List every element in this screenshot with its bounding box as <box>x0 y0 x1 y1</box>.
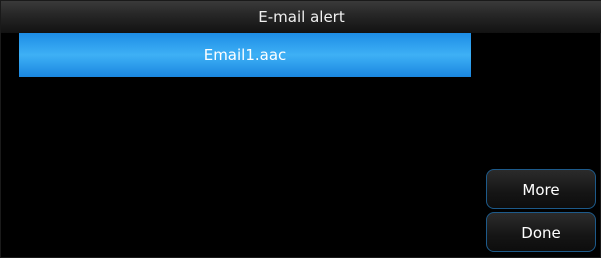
more-button[interactable]: More <box>486 169 596 209</box>
dialog-window: E-mail alert Email1.aac More Done <box>0 0 601 258</box>
dialog-title: E-mail alert <box>1 1 601 33</box>
done-button[interactable]: Done <box>486 212 596 252</box>
list-item-label: Email1.aac <box>203 46 287 64</box>
list-item[interactable]: Email1.aac <box>19 33 471 77</box>
tone-list: Email1.aac <box>19 33 471 77</box>
